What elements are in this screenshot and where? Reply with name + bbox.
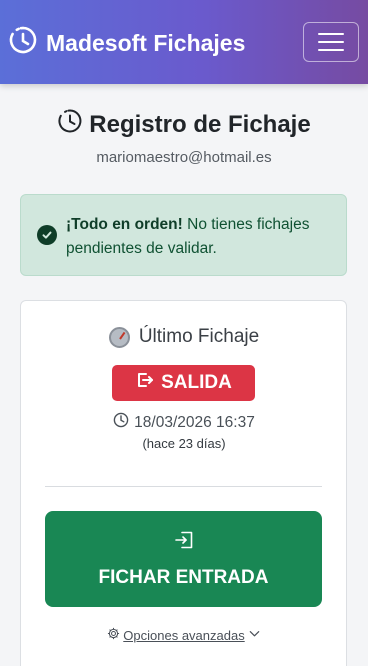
last-entry-title: Último Fichaje	[0, 326, 368, 348]
entry-type-badge: SALIDA	[112, 365, 255, 401]
user-email: mariomaestro@hotmail.es	[96, 149, 272, 166]
box-arrow-in-right-icon	[173, 529, 195, 557]
navbar-brand[interactable]: Madesoft Fichajes	[8, 26, 245, 60]
hamburger-menu-icon	[318, 33, 344, 35]
alert-message: ¡Todo en orden! No tienes fichajes pendi…	[66, 213, 336, 261]
last-entry-card	[20, 300, 347, 666]
page-title: Registro de Fichaje	[0, 108, 368, 141]
box-arrow-right-icon	[135, 370, 155, 396]
navbar: Madesoft Fichajes	[0, 0, 368, 84]
time-ago: (hace 23 días)	[142, 436, 226, 451]
brand-label: Madesoft Fichajes	[46, 29, 246, 56]
stopwatch-icon	[108, 326, 130, 348]
alert-strong: ¡Todo en orden!	[66, 216, 183, 233]
advanced-options-link[interactable]: Opciones avanzadas	[0, 627, 368, 643]
divider	[45, 486, 322, 487]
last-entry-title-text: Último Fichaje	[138, 326, 260, 347]
clock-history-icon	[57, 108, 83, 141]
clock-in-button[interactable]: FICHAR ENTRADA	[45, 511, 322, 607]
entry-type-label: SALIDA	[161, 372, 232, 393]
clock-icon	[113, 412, 129, 433]
last-entry-datetime: 18/03/2026 16:37	[0, 412, 368, 433]
check-circle-icon	[37, 225, 57, 245]
datetime-text: 18/03/2026 16:37	[134, 413, 255, 431]
chevron-down-icon	[248, 627, 261, 643]
success-alert: ¡Todo en orden! No tienes fichajes pendi…	[20, 194, 347, 276]
gear-icon	[107, 627, 120, 643]
clock-history-icon	[8, 25, 38, 61]
navbar-toggle-button[interactable]	[303, 22, 359, 62]
page-title-text: Registro de Fichaje	[89, 110, 311, 138]
clock-in-label: FICHAR ENTRADA	[98, 567, 269, 588]
advanced-options-label: Opciones avanzadas	[123, 627, 245, 643]
